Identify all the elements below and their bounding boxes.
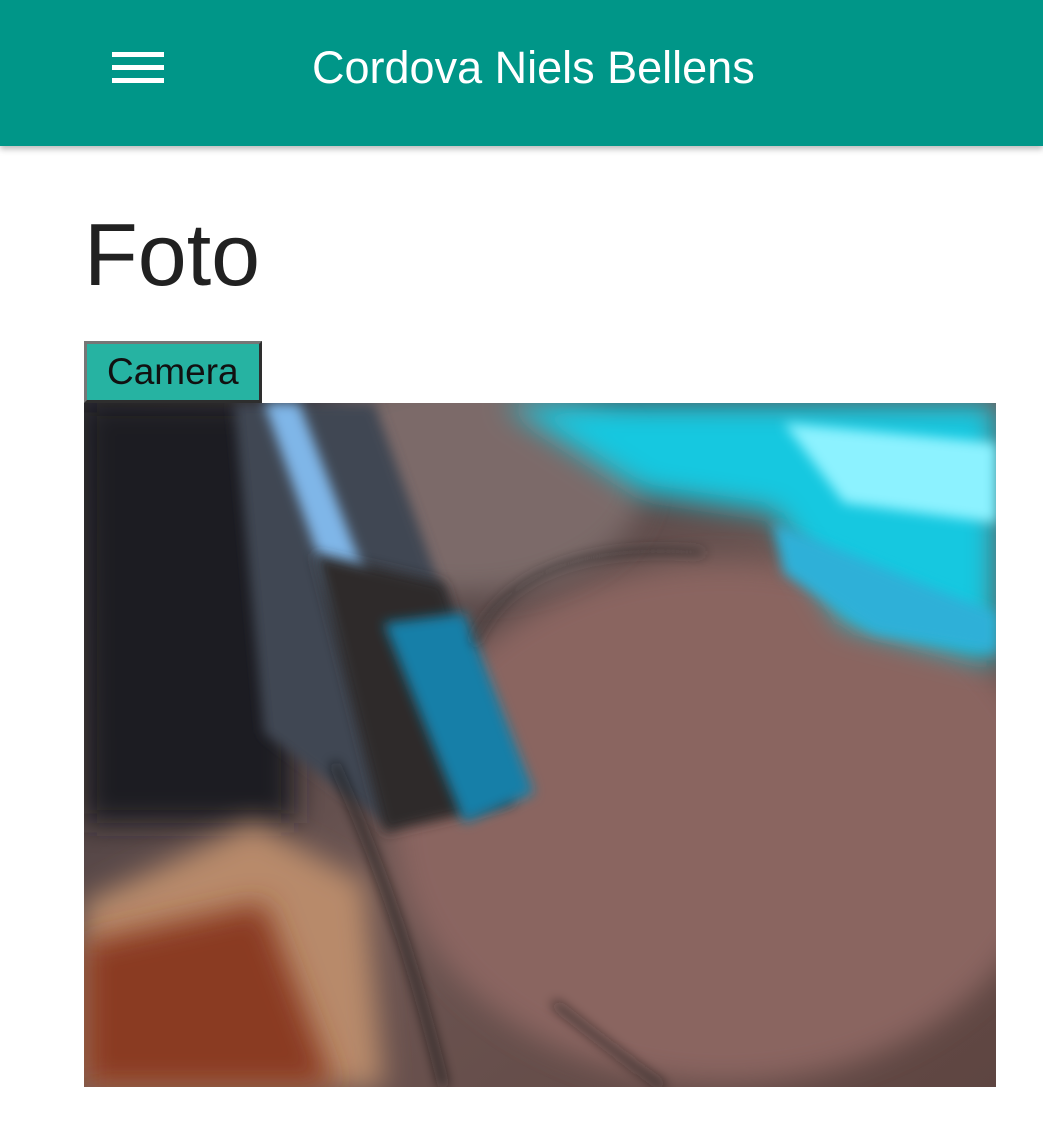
page-title: Foto [84, 205, 261, 304]
hamburger-menu-icon [112, 52, 164, 83]
app-bar: Cordova Niels Bellens [0, 0, 1043, 146]
camera-button[interactable]: Camera [84, 341, 262, 403]
menu-button[interactable] [100, 40, 176, 96]
app-title: Cordova Niels Bellens [312, 42, 755, 93]
photo-image [84, 403, 996, 1087]
captured-photo [84, 403, 996, 1087]
